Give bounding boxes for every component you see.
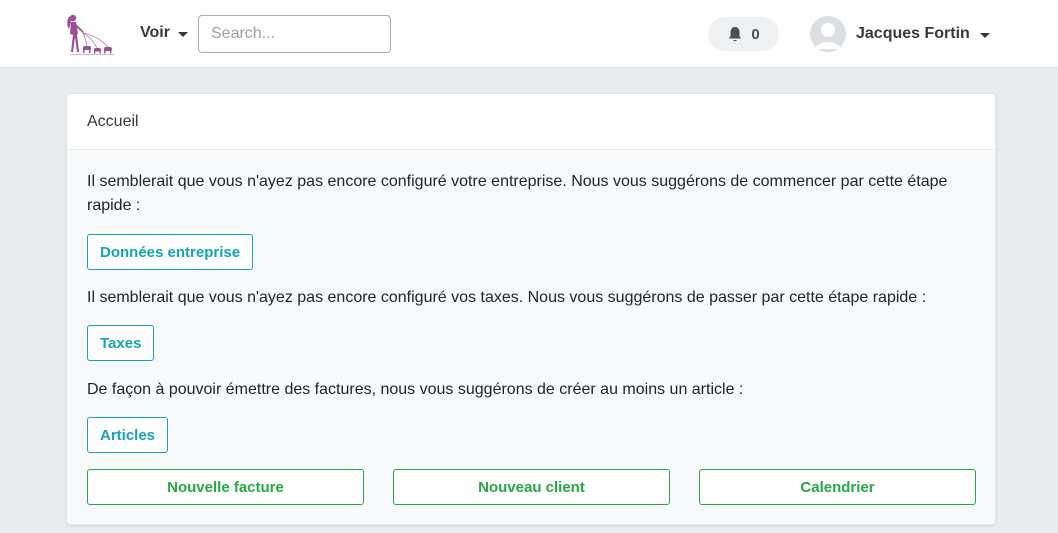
- taxes-setup-message: Il semblerait que vous n'ayez pas encore…: [87, 289, 927, 306]
- articles-button[interactable]: Articles: [87, 417, 169, 453]
- new-client-button[interactable]: Nouveau client: [393, 469, 670, 505]
- voir-dropdown[interactable]: Voir: [140, 22, 188, 44]
- company-setup-message: Il semblerait que vous n'ayez pas encore…: [87, 173, 948, 214]
- voir-label: Voir: [140, 24, 170, 41]
- avatar: [810, 16, 846, 52]
- user-silhouette-icon: [810, 16, 846, 52]
- top-navbar: Voir 0 Jacques Fortin: [0, 0, 1058, 68]
- woman-walking-dogs-logo[interactable]: [60, 12, 116, 56]
- user-name: Jacques Fortin: [856, 25, 970, 42]
- articles-setup-message: De façon à pouvoir émettre des factures,…: [87, 381, 744, 398]
- company-data-button[interactable]: Données entreprise: [87, 234, 254, 270]
- user-menu[interactable]: Jacques Fortin: [810, 16, 990, 52]
- chevron-down-icon: [177, 31, 188, 37]
- calendar-button[interactable]: Calendrier: [699, 469, 976, 505]
- search-input[interactable]: [198, 15, 391, 53]
- notifications-count: 0: [751, 25, 760, 43]
- chevron-down-icon: [979, 32, 990, 38]
- card-title: Accueil: [67, 94, 995, 150]
- home-card: Accueil Il semblerait que vous n'ayez pa…: [66, 93, 996, 525]
- new-invoice-button[interactable]: Nouvelle facture: [87, 469, 364, 505]
- notifications-button[interactable]: 0: [708, 17, 779, 51]
- taxes-button[interactable]: Taxes: [87, 325, 155, 361]
- bell-icon: [729, 26, 742, 41]
